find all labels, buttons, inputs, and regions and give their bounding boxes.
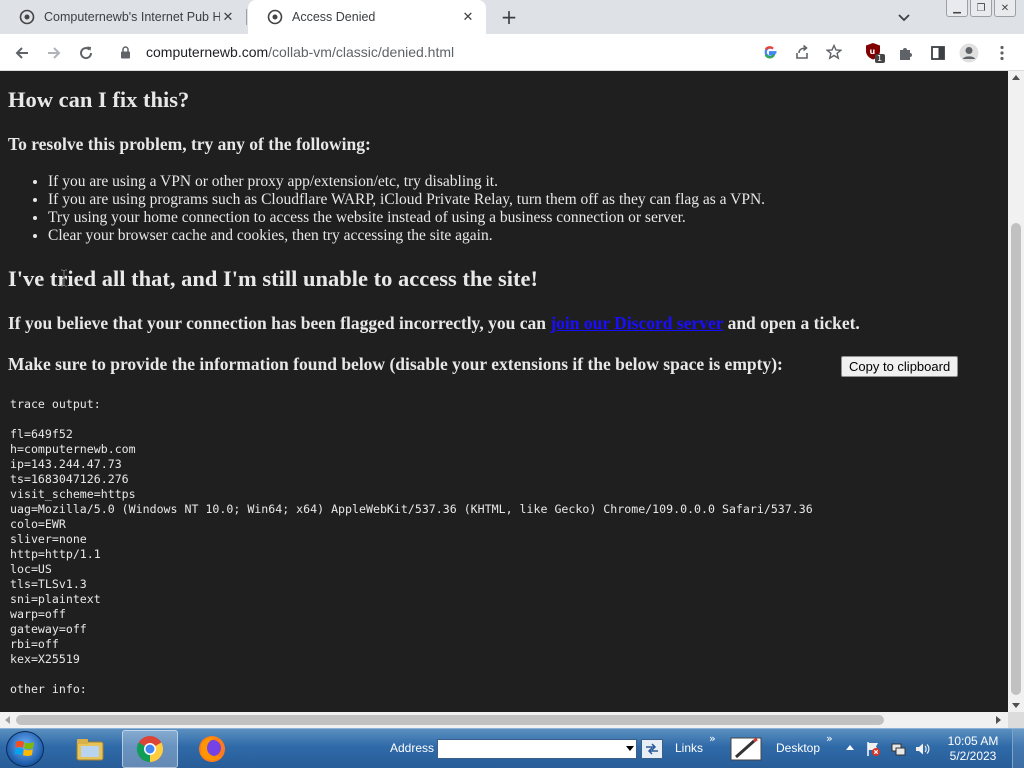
- trace-output: trace output: fl=649f52 h=computernewb.c…: [10, 397, 813, 696]
- taskbar-firefox[interactable]: [184, 730, 240, 768]
- lock-icon[interactable]: [120, 45, 134, 59]
- desktop-toolbar-label: Desktop: [776, 741, 821, 755]
- scroll-right-arrow-icon[interactable]: [996, 716, 1001, 724]
- close-icon[interactable]: ✕: [220, 9, 236, 25]
- tab-search-chevron-icon[interactable]: [894, 8, 914, 28]
- heading-how-can-i-fix: How can I fix this?: [8, 87, 190, 112]
- horizontal-scroll-thumb[interactable]: [16, 715, 884, 725]
- vertical-scrollbar[interactable]: [1008, 71, 1024, 712]
- provide-info-text: Make sure to provide the information fou…: [8, 354, 783, 374]
- chrome-icon: [136, 736, 164, 763]
- profile-avatar-icon[interactable]: [958, 42, 980, 64]
- tab-access-denied[interactable]: Access Denied ✕: [248, 0, 486, 34]
- address-go-button[interactable]: [641, 739, 663, 759]
- forward-button[interactable]: [41, 40, 67, 66]
- start-button[interactable]: [6, 731, 44, 767]
- extension-badge: 1: [877, 54, 883, 63]
- windows-taskbar: Address Links » Desktop » 10:05 AM 5/2/2…: [0, 728, 1024, 768]
- show-hidden-icons-arrow-icon[interactable]: [846, 745, 854, 750]
- svg-text:u: u: [870, 47, 876, 56]
- side-panel-icon[interactable]: [927, 42, 949, 64]
- computernewb-favicon-icon: [266, 9, 283, 26]
- restore-button[interactable]: ❐: [970, 0, 992, 17]
- taskbar-address-input[interactable]: [437, 739, 637, 759]
- google-icon[interactable]: [760, 42, 780, 62]
- dropdown-arrow-icon[interactable]: [626, 746, 634, 751]
- ublock-extension-icon[interactable]: u 1: [864, 42, 886, 64]
- taskbar-chrome[interactable]: [122, 730, 178, 768]
- desktop-toolbar-icon[interactable]: [728, 733, 764, 765]
- tab-title: Access Denied: [292, 10, 376, 24]
- forward-arrow-icon: [48, 47, 61, 59]
- folder-icon: [76, 739, 104, 761]
- reload-button[interactable]: [73, 40, 99, 66]
- windows-logo-icon: [14, 740, 34, 756]
- url-text: computernewb.com/collab-vm/classic/denie…: [146, 44, 454, 60]
- tab-separator: [246, 9, 247, 25]
- close-window-button[interactable]: ✕: [994, 0, 1016, 17]
- go-arrows-icon: [646, 743, 658, 755]
- window-controls: ▁ ❐ ✕: [946, 0, 1016, 17]
- clock-time: 10:05 AM: [947, 734, 999, 748]
- chrome-menu-kebab-icon[interactable]: [991, 42, 1013, 64]
- tab-title: Computernewb's Internet Pub Hu: [44, 10, 220, 24]
- share-icon[interactable]: [792, 42, 812, 62]
- volume-speaker-icon[interactable]: [913, 740, 931, 758]
- scroll-down-arrow-icon[interactable]: [1012, 703, 1020, 708]
- address-bar[interactable]: computernewb.com/collab-vm/classic/denie…: [108, 37, 852, 67]
- minimize-button[interactable]: ▁: [946, 0, 968, 17]
- address-toolbar-label: Address: [390, 741, 435, 755]
- links-chevron-icon[interactable]: »: [709, 732, 716, 745]
- show-desktop-button[interactable]: [1012, 729, 1024, 768]
- firefox-icon: [199, 736, 225, 762]
- bookmark-star-icon[interactable]: [824, 42, 844, 62]
- url-path: /collab-vm/classic/denied.html: [268, 44, 455, 60]
- scroll-up-arrow-icon[interactable]: [1012, 75, 1020, 80]
- list-item: If you are using programs such as Cloudf…: [48, 191, 765, 209]
- list-item: Clear your browser cache and cookies, th…: [48, 227, 765, 245]
- discord-server-link[interactable]: join our Discord server: [550, 313, 723, 333]
- scroll-left-arrow-icon[interactable]: [5, 716, 10, 724]
- scrollbar-corner: [1008, 712, 1024, 728]
- flagged-paragraph: If you believe that your connection has …: [8, 313, 860, 334]
- list-item: If you are using a VPN or other proxy ap…: [48, 173, 765, 191]
- list-item: Try using your home connection to access…: [48, 209, 765, 227]
- flagged-text-after: and open a ticket.: [723, 313, 860, 333]
- links-toolbar-label: Links: [675, 741, 704, 755]
- tips-list: If you are using a VPN or other proxy ap…: [48, 173, 765, 245]
- tab-strip: Computernewb's Internet Pub Hu ✕ Access …: [0, 0, 1024, 34]
- reload-icon: [80, 46, 93, 60]
- computernewb-favicon-icon: [18, 9, 35, 26]
- browser-toolbar: computernewb.com/collab-vm/classic/denie…: [0, 34, 1024, 71]
- taskbar-clock[interactable]: 10:05 AM 5/2/2023: [940, 734, 1006, 764]
- clock-date: 5/2/2023: [949, 749, 997, 763]
- url-host: computernewb.com: [146, 44, 269, 60]
- action-center-flag-icon[interactable]: [864, 740, 882, 758]
- back-arrow-icon: [15, 47, 28, 59]
- new-tab-button[interactable]: +: [497, 5, 521, 29]
- page-content: How can I fix this? To resolve this prob…: [0, 71, 1008, 712]
- tab-computernewb[interactable]: Computernewb's Internet Pub Hu ✕: [0, 0, 246, 34]
- horizontal-scrollbar[interactable]: [0, 712, 1008, 728]
- text-cursor-icon: [61, 269, 67, 287]
- network-icon[interactable]: [889, 740, 907, 758]
- close-icon[interactable]: ✕: [460, 9, 476, 25]
- heading-still-unable: I've tried all that, and I'm still unabl…: [8, 266, 538, 291]
- flagged-text-before: If you believe that your connection has …: [8, 313, 551, 333]
- copy-to-clipboard-button[interactable]: Copy to clipboard: [841, 356, 959, 377]
- vertical-scroll-thumb[interactable]: [1011, 223, 1021, 695]
- desktop-chevron-icon[interactable]: »: [826, 732, 833, 745]
- taskbar-explorer[interactable]: [62, 730, 118, 768]
- back-button[interactable]: [9, 40, 35, 66]
- subheading-resolve: To resolve this problem, try any of the …: [8, 134, 371, 154]
- extensions-puzzle-icon[interactable]: [895, 42, 917, 64]
